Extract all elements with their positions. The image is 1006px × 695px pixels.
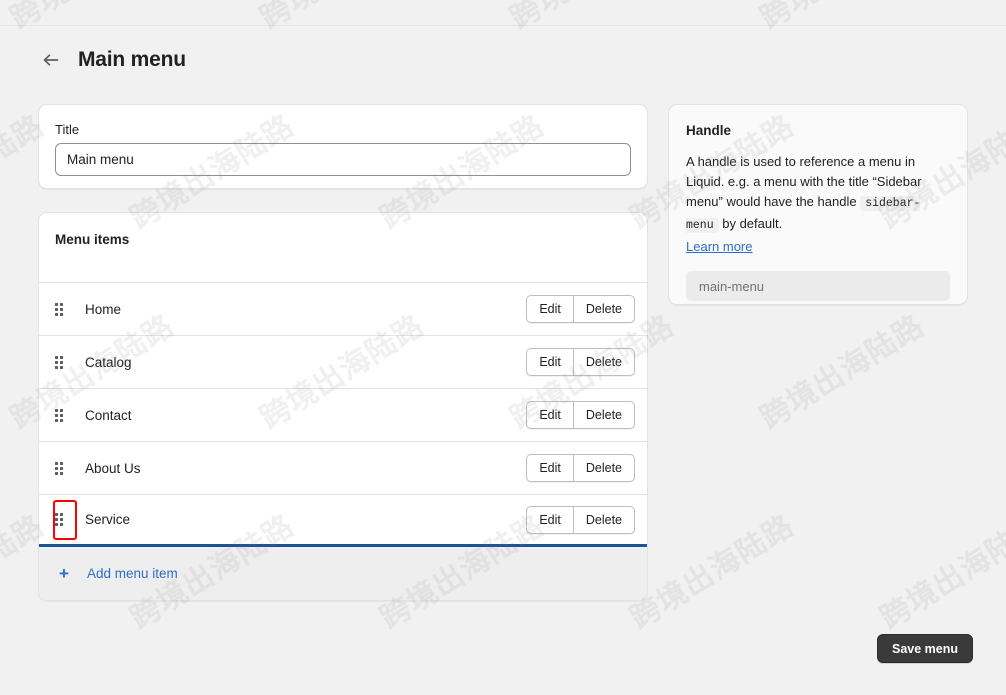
menu-items-card-footer: + Add menu item — [39, 547, 647, 600]
menu-item-label: Home — [85, 301, 122, 317]
delete-button[interactable]: Delete — [572, 348, 635, 376]
menu-items-heading: Menu items — [55, 232, 130, 247]
watermark-text: 跨境出海陆路 — [500, 0, 681, 37]
watermark-text: 跨境出海陆路 — [1000, 0, 1006, 37]
drag-handle-wrapper — [53, 448, 77, 488]
edit-button[interactable]: Edit — [526, 348, 573, 376]
menu-item-actions: Edit Delete — [526, 348, 635, 376]
handle-value-field[interactable]: main-menu — [686, 271, 950, 301]
page-title: Main menu — [78, 48, 186, 71]
menu-item-label: Service — [85, 512, 131, 527]
drag-handle-wrapper — [53, 289, 77, 329]
menu-item-actions: Edit Delete — [526, 454, 635, 482]
add-menu-item-button[interactable]: + Add menu item — [59, 565, 178, 582]
watermark-text: 跨境出海陆路 — [1000, 301, 1006, 437]
drag-handle-icon[interactable] — [53, 406, 65, 424]
menu-item-label: About Us — [85, 460, 141, 476]
menu-item-label: Contact — [85, 407, 132, 423]
handle-card: Handle A handle is used to reference a m… — [668, 104, 968, 305]
learn-more-link[interactable]: Learn more — [686, 237, 752, 257]
menu-items-card: Menu items Home Edit Delete Catalog Edit… — [38, 212, 648, 601]
drag-handle-icon[interactable] — [53, 459, 65, 477]
edit-button[interactable]: Edit — [526, 454, 573, 482]
menu-item-row[interactable]: Contact Edit Delete — [39, 388, 647, 441]
title-field-label: Title — [55, 122, 80, 137]
menu-item-row[interactable]: Home Edit Delete — [39, 282, 647, 335]
watermark-text: 跨境出海陆路 — [250, 0, 431, 37]
menu-item-actions: Edit Delete — [526, 401, 635, 429]
delete-button[interactable]: Delete — [572, 454, 635, 482]
menu-items-list: Home Edit Delete Catalog Edit Delete Con… — [39, 282, 647, 547]
top-divider — [0, 25, 1006, 26]
watermark-text: 跨境出海陆路 — [874, 508, 1006, 637]
drag-handle-highlight-box — [53, 499, 77, 540]
watermark-text: 跨境出海陆路 — [750, 0, 931, 37]
handle-value-text: main-menu — [699, 278, 765, 294]
menu-item-row[interactable]: Catalog Edit Delete — [39, 335, 647, 388]
menu-item-label: Catalog — [85, 354, 132, 370]
title-input[interactable] — [55, 143, 631, 176]
delete-button[interactable]: Delete — [572, 295, 635, 323]
menu-item-actions: Edit Delete — [526, 505, 635, 534]
save-menu-button[interactable]: Save menu — [876, 634, 973, 663]
page-header: Main menu — [40, 48, 186, 72]
drag-handle-wrapper — [53, 395, 77, 435]
menu-item-actions: Edit Delete — [526, 295, 635, 323]
edit-button[interactable]: Edit — [526, 505, 573, 534]
arrow-left-icon[interactable] — [40, 49, 62, 71]
drag-handle-wrapper — [53, 342, 77, 382]
handle-description-part2: by default. — [718, 216, 783, 231]
menu-items-card-header: Menu items — [39, 213, 647, 282]
delete-button[interactable]: Delete — [572, 401, 635, 429]
title-card: Title — [38, 104, 648, 189]
drag-handle-icon[interactable] — [53, 511, 65, 529]
handle-heading: Handle — [686, 123, 732, 138]
drag-handle-icon[interactable] — [53, 353, 65, 371]
plus-icon: + — [59, 564, 69, 583]
delete-button[interactable]: Delete — [572, 505, 635, 534]
edit-button[interactable]: Edit — [526, 295, 573, 323]
drag-handle-icon[interactable] — [53, 300, 65, 318]
menu-item-row[interactable]: About Us Edit Delete — [39, 441, 647, 494]
handle-description: A handle is used to reference a menu in … — [686, 152, 950, 257]
watermark-text: 跨境出海陆路 — [0, 0, 181, 37]
menu-item-row-selected[interactable]: Service Edit Delete — [39, 494, 647, 547]
add-menu-item-label: Add menu item — [86, 566, 178, 581]
edit-button[interactable]: Edit — [526, 401, 573, 429]
watermark-text: 跨境出海陆路 — [754, 308, 931, 437]
